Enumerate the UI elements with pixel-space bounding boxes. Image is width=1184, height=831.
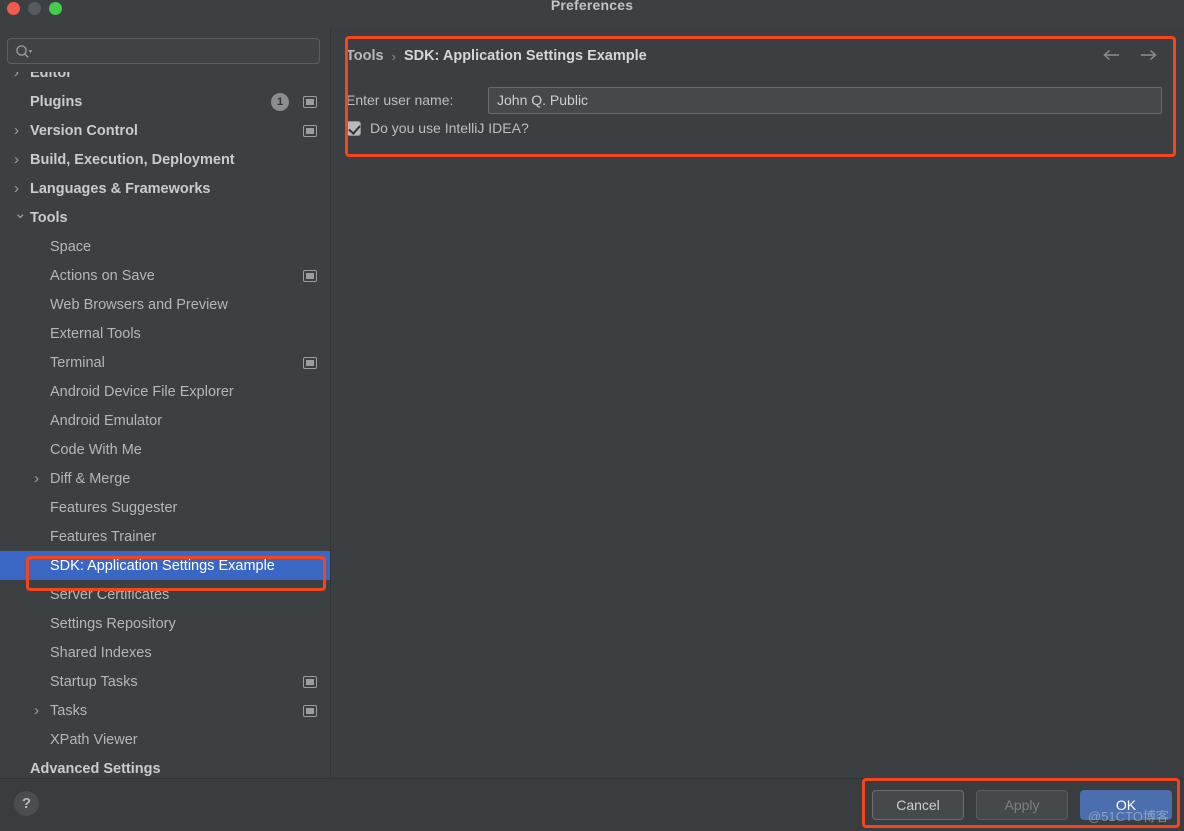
username-form-row: Enter user name: — [346, 86, 1172, 114]
settings-tree: ›EditorPlugins1›Version Control›Build, E… — [0, 72, 331, 778]
apply-button[interactable]: Apply — [976, 790, 1068, 820]
sidebar-item-label: XPath Viewer — [50, 732, 138, 748]
sidebar-item-settings-repository[interactable]: Settings Repository — [0, 609, 331, 638]
sidebar-item-editor[interactable]: ›Editor — [0, 72, 331, 87]
sidebar-item-terminal[interactable]: Terminal — [0, 348, 331, 377]
breadcrumb-separator-icon: › — [392, 49, 396, 64]
sidebar-item-label: External Tools — [50, 326, 141, 342]
chevron-right-icon: › — [14, 181, 30, 196]
sidebar-item-web-browsers-and-preview[interactable]: Web Browsers and Preview — [0, 290, 331, 319]
sidebar-item-shared-indexes[interactable]: Shared Indexes — [0, 638, 331, 667]
dialog-footer: ? Cancel Apply OK — [0, 778, 1184, 831]
sidebar-item-label: Startup Tasks — [50, 674, 138, 690]
search-field-wrapper — [7, 38, 320, 64]
chevron-right-icon: › — [14, 123, 30, 138]
sidebar-item-label: Editor — [30, 72, 72, 81]
sidebar-item-version-control[interactable]: ›Version Control — [0, 116, 331, 145]
sidebar-item-tasks[interactable]: ›Tasks — [0, 696, 331, 725]
sidebar-item-features-suggester[interactable]: Features Suggester — [0, 493, 331, 522]
settings-sidebar: ›EditorPlugins1›Version Control›Build, E… — [0, 28, 331, 778]
sidebar-item-label: Android Emulator — [50, 413, 162, 429]
sidebar-item-label: SDK: Application Settings Example — [50, 558, 275, 574]
sidebar-item-label: Tasks — [50, 703, 87, 719]
sidebar-item-label: Advanced Settings — [30, 761, 161, 777]
username-label: Enter user name: — [346, 92, 488, 108]
sidebar-item-badge: 1 — [271, 93, 289, 111]
sidebar-item-space[interactable]: Space — [0, 232, 331, 261]
settings-content-panel: Tools › SDK: Application Settings Exampl… — [332, 28, 1184, 778]
sidebar-item-android-emulator[interactable]: Android Emulator — [0, 406, 331, 435]
intellij-checkbox[interactable] — [346, 121, 361, 136]
sidebar-item-languages-frameworks[interactable]: ›Languages & Frameworks — [0, 174, 331, 203]
project-scope-icon — [303, 705, 317, 717]
sidebar-item-label: Plugins — [30, 94, 82, 110]
window-title: Preferences — [0, 0, 1184, 13]
search-input[interactable] — [38, 39, 313, 63]
sidebar-item-tools[interactable]: ⌄Tools — [0, 203, 331, 232]
username-input[interactable] — [488, 87, 1162, 114]
sidebar-item-code-with-me[interactable]: Code With Me — [0, 435, 331, 464]
help-icon[interactable]: ? — [14, 791, 39, 816]
sidebar-item-label: Code With Me — [50, 442, 142, 458]
chevron-down-icon: ⌄ — [14, 206, 30, 221]
intellij-checkbox-label: Do you use IntelliJ IDEA? — [370, 120, 529, 136]
sidebar-item-label: Features Suggester — [50, 500, 177, 516]
chevron-right-icon: › — [14, 152, 30, 167]
sidebar-item-sdk-application-settings-example[interactable]: SDK: Application Settings Example — [0, 551, 331, 580]
sidebar-item-label: Web Browsers and Preview — [50, 297, 228, 313]
chevron-right-icon: › — [14, 72, 30, 80]
preferences-dialog: Preferences ›EditorPlugins1›Version Cont… — [0, 0, 1184, 831]
sidebar-item-label: Android Device File Explorer — [50, 384, 234, 400]
sidebar-item-external-tools[interactable]: External Tools — [0, 319, 331, 348]
watermark: @51CTO博客 — [1088, 806, 1169, 825]
forward-arrow-icon[interactable] — [1138, 46, 1158, 64]
sidebar-item-label: Server Certificates — [50, 587, 169, 603]
sidebar-item-android-device-file-explorer[interactable]: Android Device File Explorer — [0, 377, 331, 406]
sidebar-item-label: Terminal — [50, 355, 105, 371]
project-scope-icon — [303, 96, 317, 108]
back-arrow-icon[interactable] — [1102, 46, 1122, 64]
sidebar-item-build-execution-deployment[interactable]: ›Build, Execution, Deployment — [0, 145, 331, 174]
sidebar-item-label: Space — [50, 239, 91, 255]
navigation-arrows — [1102, 46, 1158, 64]
chevron-right-icon: › — [34, 703, 50, 718]
intellij-checkbox-row[interactable]: Do you use IntelliJ IDEA? — [346, 120, 529, 136]
sidebar-item-label: Features Trainer — [50, 529, 156, 545]
sidebar-item-actions-on-save[interactable]: Actions on Save — [0, 261, 331, 290]
sidebar-item-label: Build, Execution, Deployment — [30, 152, 235, 168]
sidebar-item-advanced-settings[interactable]: Advanced Settings — [0, 754, 331, 778]
sidebar-item-server-certificates[interactable]: Server Certificates — [0, 580, 331, 609]
breadcrumb-parent[interactable]: Tools — [346, 48, 384, 64]
sidebar-item-label: Languages & Frameworks — [30, 181, 211, 197]
sidebar-item-label: Version Control — [30, 123, 138, 139]
sidebar-item-label: Diff & Merge — [50, 471, 130, 487]
chevron-right-icon: › — [34, 471, 50, 486]
sidebar-item-diff-merge[interactable]: ›Diff & Merge — [0, 464, 331, 493]
project-scope-icon — [303, 125, 317, 137]
search-icon — [15, 44, 33, 60]
breadcrumb: Tools › SDK: Application Settings Exampl… — [346, 42, 1170, 70]
sidebar-item-startup-tasks[interactable]: Startup Tasks — [0, 667, 331, 696]
sidebar-item-xpath-viewer[interactable]: XPath Viewer — [0, 725, 331, 754]
sidebar-item-label: Tools — [30, 210, 68, 226]
cancel-button[interactable]: Cancel — [872, 790, 964, 820]
breadcrumb-current: SDK: Application Settings Example — [404, 48, 647, 64]
sidebar-item-plugins[interactable]: Plugins 1 — [0, 87, 331, 116]
sidebar-item-label: Shared Indexes — [50, 645, 152, 661]
project-scope-icon — [303, 270, 317, 282]
sidebar-item-label: Actions on Save — [50, 268, 155, 284]
search-box[interactable] — [7, 38, 320, 64]
title-bar: Preferences — [0, 0, 1184, 28]
project-scope-icon — [303, 357, 317, 369]
sidebar-item-features-trainer[interactable]: Features Trainer — [0, 522, 331, 551]
sidebar-item-label: Settings Repository — [50, 616, 176, 632]
project-scope-icon — [303, 676, 317, 688]
